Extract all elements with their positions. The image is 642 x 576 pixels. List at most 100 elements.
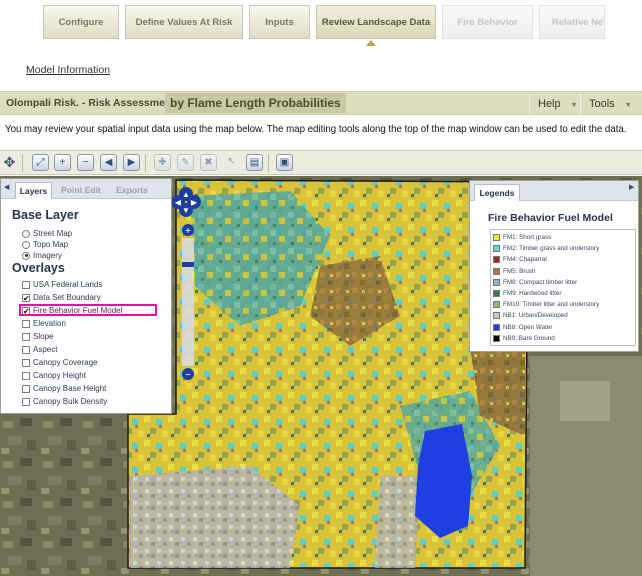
legend-title: Fire Behavior Fuel Model xyxy=(488,212,613,224)
checkbox[interactable] xyxy=(22,319,30,328)
legend-item: FM10: Timber litter and understory xyxy=(491,299,635,310)
edit-point-icon[interactable]: ✎ xyxy=(177,154,194,171)
checkbox[interactable] xyxy=(22,358,30,367)
overlay-data-set-boundary[interactable]: ✔ Data Set Boundary xyxy=(22,293,101,302)
overlay-canopy-base-height[interactable]: Canopy Base Height xyxy=(22,384,106,393)
chevron-down-icon: ▼ xyxy=(624,102,632,109)
overlay-label: Canopy Bulk Density xyxy=(33,397,108,406)
legend-list: FM1: Short grass FM2: Timber grass and u… xyxy=(490,229,636,346)
radio-button[interactable] xyxy=(22,229,30,238)
legend-item-label: NB8: Open Water xyxy=(503,323,553,331)
overlay-label: Canopy Height xyxy=(33,371,86,380)
save-icon[interactable]: ▣ xyxy=(276,154,293,171)
base-layer-street-map[interactable]: Street Map xyxy=(22,229,72,238)
legend-item-label: FM8: Compact timber litter xyxy=(503,278,578,286)
overlay-label: Aspect xyxy=(33,345,58,354)
zoom-out-icon[interactable]: − xyxy=(77,154,94,171)
overlay-canopy-bulk-density[interactable]: Canopy Bulk Density xyxy=(22,397,107,406)
legend-item-label: FM5: Brush xyxy=(503,267,536,275)
step-define-values-at-risk[interactable]: Define Values At Risk xyxy=(125,5,243,39)
collapse-left-icon[interactable]: ◀ xyxy=(4,183,9,191)
overlay-canopy-height[interactable]: Canopy Height xyxy=(22,371,86,380)
highlight-annotation xyxy=(19,304,157,316)
wizard-steps: Configure Define Values At Risk Inputs R… xyxy=(43,5,611,39)
delete-point-icon[interactable]: ✖ xyxy=(200,154,217,171)
zoom-extent-icon[interactable]: ⤢ xyxy=(32,154,49,171)
toolbar-divider xyxy=(268,154,269,172)
step-configure[interactable]: Configure xyxy=(43,5,119,39)
legend-item: NB9: Bare Ground xyxy=(491,333,635,344)
step-review-landscape-data[interactable]: Review Landscape Data xyxy=(316,5,436,39)
svg-text:▼: ▼ xyxy=(182,206,190,215)
assessment-subtitle: by Flame Length Probabilities xyxy=(165,93,346,113)
checkbox[interactable] xyxy=(22,332,30,341)
legend-item: NB8: Open Water xyxy=(491,322,635,333)
base-layer-topo-map[interactable]: Topo Map xyxy=(22,240,68,249)
tab-layers[interactable]: Layers xyxy=(15,182,52,199)
tools-menu-label: Tools xyxy=(589,98,615,110)
base-layer-label: Street Map xyxy=(33,229,73,238)
checkbox[interactable] xyxy=(22,397,30,406)
radio-button[interactable] xyxy=(22,240,30,249)
add-point-icon[interactable]: ✚ xyxy=(154,154,171,171)
help-menu[interactable]: Help ▼ xyxy=(529,94,578,114)
legend-item-label: FM2: Timber grass and understory xyxy=(503,245,600,253)
legend-item: FM1: Short grass xyxy=(491,232,635,243)
checkbox[interactable] xyxy=(22,384,30,393)
pan-icon[interactable]: ✥ xyxy=(1,154,18,171)
overlay-slope[interactable]: Slope xyxy=(22,332,53,341)
overlay-aspect[interactable]: Aspect xyxy=(22,345,57,354)
legend-item: FM8: Compact timber litter xyxy=(491,277,635,288)
model-information-link[interactable]: Model Information xyxy=(26,64,110,76)
overlay-elevation[interactable]: Elevation xyxy=(22,319,66,328)
checkbox[interactable]: ✔ xyxy=(22,293,30,302)
legend-swatch xyxy=(493,334,500,342)
legend-item-label: FM10: Timber litter and understory xyxy=(503,301,600,309)
legend-swatch xyxy=(493,290,500,298)
toolbar-divider xyxy=(145,154,146,172)
layers-panel-tabs: ◀ Layers Point Edit Exports xyxy=(1,179,171,199)
zoom-next-icon[interactable]: ▶ xyxy=(123,154,140,171)
tab-legends[interactable]: Legends xyxy=(474,184,520,201)
select-icon[interactable]: ↖ xyxy=(223,154,240,171)
base-layer-title: Base Layer xyxy=(12,208,79,222)
overlay-label: Canopy Coverage xyxy=(33,358,98,367)
legend-swatch xyxy=(493,256,500,264)
legend-item: FM2: Timber grass and understory xyxy=(491,243,635,254)
overlay-usa-federal-lands[interactable]: USA Federal Lands xyxy=(22,280,102,289)
tab-point-edit[interactable]: Point Edit xyxy=(57,182,105,199)
legend-swatch xyxy=(493,234,500,242)
legend-swatch xyxy=(493,312,500,320)
overlay-label: Canopy Base Height xyxy=(33,384,107,393)
base-layer-imagery[interactable]: Imagery xyxy=(22,251,62,260)
zoom-in-icon[interactable]: + xyxy=(54,154,71,171)
intro-text: You may review your spatial input data u… xyxy=(5,124,627,135)
overlays-title: Overlays xyxy=(12,261,65,275)
legend-item-label: FM1: Short grass xyxy=(503,234,552,242)
table-icon[interactable]: ▤ xyxy=(246,154,263,171)
tab-exports[interactable]: Exports xyxy=(111,182,153,199)
legend-swatch xyxy=(493,245,500,253)
step-inputs[interactable]: Inputs xyxy=(249,5,310,39)
overlay-label: Elevation xyxy=(33,319,66,328)
svg-text:−: − xyxy=(185,370,191,381)
checkbox[interactable] xyxy=(22,371,30,380)
step-fire-behavior: Fire Behavior xyxy=(442,5,533,39)
checkbox[interactable] xyxy=(22,280,30,289)
collapse-right-icon[interactable]: ▶ xyxy=(629,183,634,191)
base-layer-label: Topo Map xyxy=(33,240,69,249)
legend-swatch xyxy=(493,278,500,286)
legend-swatch xyxy=(493,301,500,309)
zoom-previous-icon[interactable]: ◀ xyxy=(100,154,117,171)
legend-panel-tabs: Legends ▶ xyxy=(470,181,638,201)
help-menu-label: Help xyxy=(538,98,561,110)
layers-panel: ◀ Layers Point Edit Exports Base Layer S… xyxy=(0,178,172,414)
legend-item-label: NB1: Urban/Developed xyxy=(503,312,568,320)
legend-item-label: FM4: Chaparral xyxy=(503,256,547,264)
chevron-down-icon: ▼ xyxy=(570,102,578,109)
overlay-label: USA Federal Lands xyxy=(33,280,103,289)
checkbox[interactable] xyxy=(22,345,30,354)
radio-button[interactable] xyxy=(22,251,30,260)
tools-menu[interactable]: Tools ▼ xyxy=(580,94,640,114)
overlay-canopy-coverage[interactable]: Canopy Coverage xyxy=(22,358,97,367)
